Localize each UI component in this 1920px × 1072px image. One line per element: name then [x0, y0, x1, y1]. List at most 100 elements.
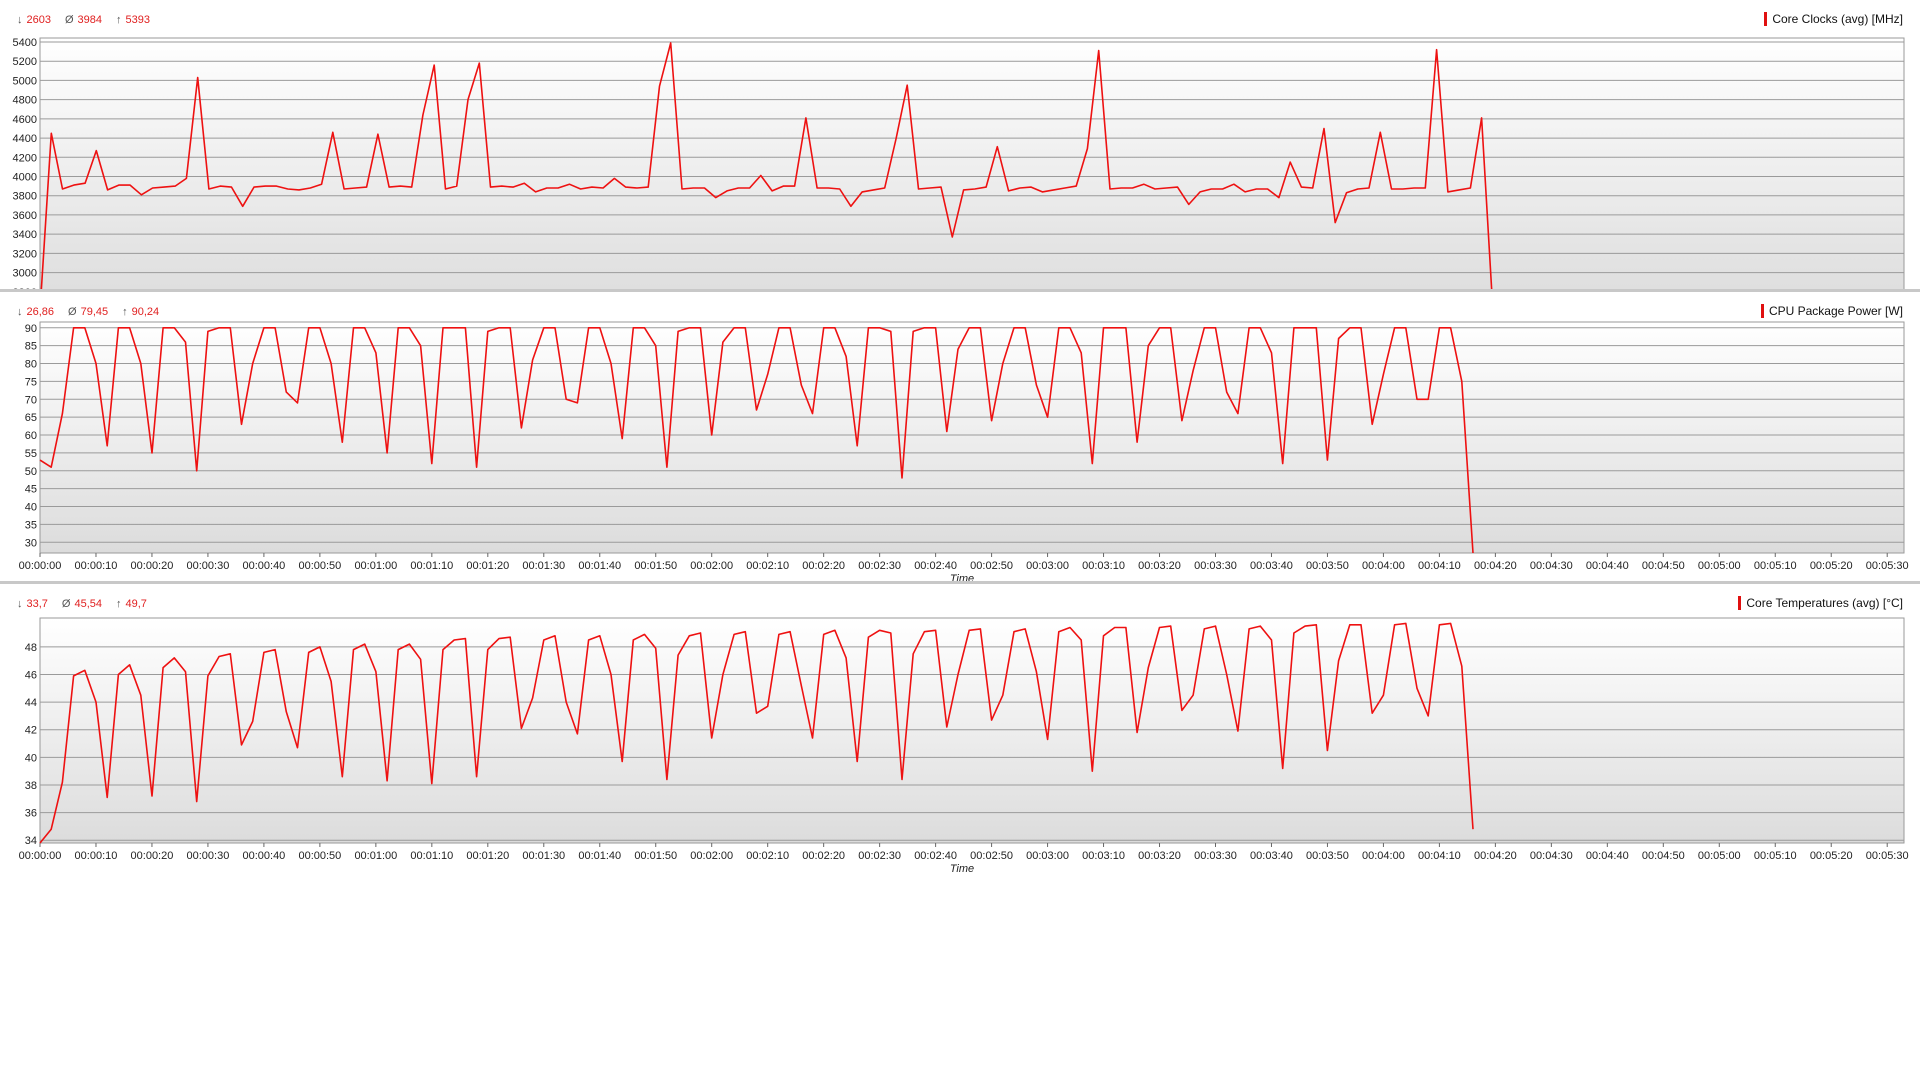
plot-area — [39, 617, 1905, 844]
y-tick-label: 75 — [25, 376, 37, 388]
x-tick-label: 00:02:40 — [914, 850, 957, 862]
x-tick-label: 00:00:30 — [187, 560, 230, 572]
stat-avg-value: 79,45 — [80, 306, 109, 318]
x-tick-label: 00:03:50 — [1306, 850, 1349, 862]
x-tick-label: 00:05:20 — [1810, 850, 1853, 862]
x-tick-label: 00:03:40 — [1250, 560, 1293, 572]
y-tick-label: 46 — [25, 669, 37, 681]
stat-max-value: 49,7 — [125, 598, 147, 610]
x-tick-label: 00:01:30 — [522, 560, 565, 572]
x-tick-label: 00:05:20 — [1810, 560, 1853, 572]
y-tick-label: 70 — [25, 394, 37, 406]
chart-panel-core-clocks: 2600280030003200340036003800400042004400… — [0, 0, 1920, 292]
y-tick-label: 2800 — [13, 287, 37, 289]
y-tick-label: 48 — [25, 642, 37, 654]
avg-symbol-icon: Ø — [68, 306, 77, 318]
y-tick-label: 4000 — [13, 172, 37, 184]
x-tick-label: 00:03:10 — [1082, 560, 1125, 572]
legend-swatch — [1760, 304, 1764, 318]
y-tick-label: 65 — [25, 412, 37, 424]
x-tick-label: 00:03:30 — [1194, 560, 1237, 572]
legend-swatch — [1764, 12, 1768, 26]
x-tick-label: 00:01:20 — [466, 850, 509, 862]
x-tick-label: 00:05:00 — [1698, 850, 1741, 862]
legend-swatch — [1738, 596, 1742, 610]
chart-panel-core-temps: 34 36 38 40 42 44 46 48 00:00:00 00:00:10 00:00:20… — [0, 584, 1920, 872]
stat-max: ↑ 90,24 — [122, 306, 159, 318]
x-tick-label: 00:05:10 — [1754, 850, 1797, 862]
chart-svg-core-clocks: 2600280030003200340036003800400042004400… — [13, 37, 1905, 289]
x-tick-label: 00:04:30 — [1530, 560, 1573, 572]
x-tick-label: 00:01:40 — [578, 850, 621, 862]
x-tick-label: 00:04:00 — [1362, 850, 1405, 862]
x-tick-label: 00:03:20 — [1138, 850, 1181, 862]
chart-panel-cpu-power: 30 35 40 45 50 55 60 65 70 75 80 85 90 00:00:00 00:00:… — [0, 292, 1920, 584]
x-tick-label: 00:04:50 — [1642, 560, 1685, 572]
stats-core-temps: ↓ 33,7 Ø 45,54 ↑ 49,7 — [17, 598, 147, 610]
min-arrow-icon: ↓ — [17, 598, 23, 610]
stats-cpu-power: ↓ 26,86 Ø 79,45 ↑ 90,24 — [17, 306, 159, 318]
stat-min-value: 26,86 — [26, 306, 55, 318]
y-tick-label: 5200 — [13, 56, 37, 68]
x-tick-label: 00:02:00 — [690, 560, 733, 572]
plot-area — [39, 321, 1905, 554]
x-tick-label: 00:04:00 — [1362, 560, 1405, 572]
y-tick-label: 36 — [25, 808, 37, 820]
stat-min: ↓ 33,7 — [17, 598, 48, 610]
x-tick-label: 00:00:00 — [19, 850, 62, 862]
stat-avg: Ø 3984 — [65, 14, 102, 26]
x-tick-label: 00:01:10 — [410, 560, 453, 572]
x-tick-label: 00:04:20 — [1474, 850, 1517, 862]
y-tick-label: 40 — [25, 502, 37, 514]
y-tick-label: 4200 — [13, 152, 37, 164]
y-tick-label: 35 — [25, 519, 37, 531]
y-tick-label: 30 — [25, 537, 37, 549]
x-tick-label: 00:03:40 — [1250, 850, 1293, 862]
x-tick-label: 00:00:40 — [242, 560, 285, 572]
x-tick-label: 00:00:10 — [75, 560, 118, 572]
x-tick-label: 00:04:40 — [1586, 560, 1629, 572]
avg-symbol-icon: Ø — [64, 14, 74, 26]
x-tick-label: 00:00:00 — [19, 560, 62, 572]
x-tick-label: 00:04:20 — [1474, 560, 1517, 572]
x-tick-label: 00:01:20 — [466, 560, 509, 572]
y-tick-label: 60 — [25, 430, 37, 442]
y-tick-label: 3000 — [13, 268, 37, 280]
x-tick-label: 00:03:50 — [1306, 560, 1349, 572]
y-tick-label: 3400 — [13, 229, 37, 241]
y-tick-label: 55 — [25, 448, 37, 460]
x-tick-label: 00:00:50 — [298, 850, 341, 862]
y-tick-label: 4800 — [13, 95, 37, 107]
stats-core-clocks: ↓ 2603 Ø 3984 ↑ 5393 — [17, 14, 150, 26]
legend-cpu-power[interactable]: CPU Package Power [W] — [1760, 304, 1903, 318]
x-tick-label: 00:01:50 — [634, 850, 677, 862]
x-tick-label: 00:03:10 — [1082, 850, 1125, 862]
min-arrow-icon: ↓ — [17, 14, 23, 26]
x-tick-label: 00:02:00 — [690, 850, 733, 862]
stat-min-value: 33,7 — [26, 598, 48, 610]
stat-min: ↓ 26,86 — [17, 306, 54, 318]
y-tick-label: 3800 — [13, 191, 37, 203]
y-tick-label: 44 — [25, 697, 37, 709]
x-tick-label: 00:02:30 — [858, 560, 901, 572]
y-tick-label: 34 — [25, 835, 37, 847]
x-tick-label: 00:02:50 — [970, 560, 1013, 572]
y-tick-label: 90 — [25, 323, 37, 335]
x-tick-label: 00:04:40 — [1586, 850, 1629, 862]
chart-title: Core Temperatures (avg) [°C] — [1746, 596, 1903, 610]
stat-avg: Ø 79,45 — [68, 306, 108, 318]
stat-max-value: 5393 — [125, 14, 151, 26]
y-tick-label: 3200 — [13, 248, 37, 260]
chart-title: Core Clocks (avg) [MHz] — [1772, 12, 1903, 26]
stat-avg-value: 45,54 — [74, 598, 103, 610]
plot-area — [39, 37, 1905, 289]
x-tick-label: 00:00:20 — [131, 850, 174, 862]
y-tick-label: 3600 — [13, 210, 37, 222]
min-arrow-icon: ↓ — [17, 306, 23, 318]
x-axis-title: Time — [950, 863, 974, 872]
legend-core-temps[interactable]: Core Temperatures (avg) [°C] — [1738, 596, 1903, 610]
x-tick-label: 00:04:10 — [1418, 560, 1461, 572]
x-tick-label: 00:05:30 — [1866, 850, 1909, 862]
x-tick-label: 00:04:10 — [1418, 850, 1461, 862]
legend-core-clocks[interactable]: Core Clocks (avg) [MHz] — [1764, 12, 1903, 26]
